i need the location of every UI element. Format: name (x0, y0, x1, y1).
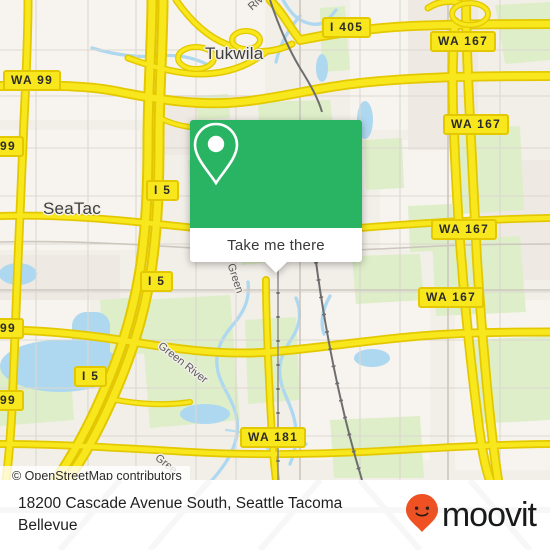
location-popup[interactable]: Take me there (190, 120, 362, 273)
address-text: 18200 Cascade Avenue South, Seattle Taco… (18, 493, 342, 537)
take-me-there-button[interactable]: Take me there (190, 228, 362, 273)
highway-shield-i5-2[interactable]: I 5 (140, 271, 174, 292)
highway-shield-99-3[interactable]: 99 (0, 390, 24, 411)
highway-shield-wa181[interactable]: WA 181 (240, 427, 307, 448)
footer-bar: 18200 Cascade Avenue South, Seattle Taco… (0, 480, 550, 550)
highway-shield-wa167-2[interactable]: WA 167 (443, 114, 510, 135)
highway-shield-wa167-3[interactable]: WA 167 (431, 219, 498, 240)
map-canvas[interactable]: Tukwila SeaTac River Green Green River G… (0, 0, 550, 480)
moovit-logo[interactable]: moovit (405, 493, 537, 538)
osm-attribution[interactable]: © OpenStreetMap contributors (0, 466, 190, 480)
address-line-2: Bellevue (18, 517, 78, 534)
highway-shield-99-1[interactable]: 99 (0, 136, 24, 157)
moovit-pin-icon (405, 493, 439, 538)
highway-shield-i5-1[interactable]: I 5 (146, 180, 180, 201)
highway-shield-99-2[interactable]: 99 (0, 318, 24, 339)
highway-shield-wa99-1[interactable]: WA 99 (3, 70, 62, 91)
popup-icon-area (190, 120, 362, 228)
popup-tail (265, 262, 287, 273)
address-line-1: 18200 Cascade Avenue South, Seattle Taco… (18, 495, 343, 512)
highway-shield-wa167-4[interactable]: WA 167 (418, 287, 485, 308)
highway-shield-i405[interactable]: I 405 (322, 17, 372, 38)
take-me-there-label: Take me there (227, 236, 325, 254)
map-page: Tukwila SeaTac River Green Green River G… (0, 0, 550, 550)
highway-shield-i5-3[interactable]: I 5 (74, 366, 108, 387)
highway-shield-wa167-1[interactable]: WA 167 (430, 31, 497, 52)
moovit-wordmark: moovit (441, 495, 537, 534)
